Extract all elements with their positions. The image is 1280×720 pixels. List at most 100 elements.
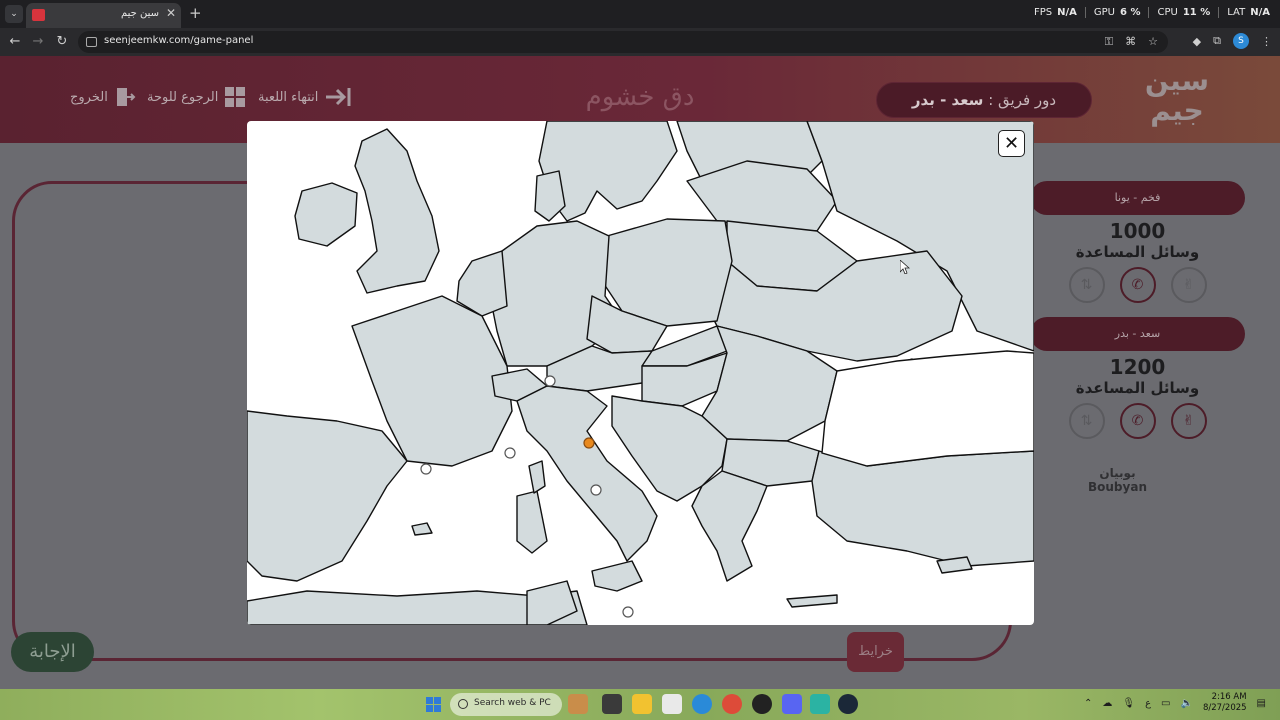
aid-row: ⇅ ✆ ✌ xyxy=(1030,267,1245,303)
map-iberia xyxy=(247,410,408,582)
taskbar-app-pet-icon[interactable] xyxy=(568,694,588,714)
store-icon[interactable] xyxy=(662,694,682,714)
map-great-britain xyxy=(354,128,440,294)
victory-hand-icon[interactable]: ✌ xyxy=(1170,403,1207,439)
taskbar-search-placeholder: Search web & PC xyxy=(474,698,551,708)
chevron-up-icon[interactable]: ⌃ xyxy=(1084,698,1092,709)
kebab-menu-icon[interactable]: ⋮ xyxy=(1261,35,1272,48)
language-indicator[interactable]: ع xyxy=(1145,698,1151,709)
mouse-cursor-icon xyxy=(900,260,910,274)
team-score: 1200 xyxy=(1109,355,1166,379)
windows-taskbar: Search web & PC ⌃ ☁ 🎙 ع ▭ 🔈 2:16 AM 8/27… xyxy=(0,689,1280,720)
browser-toolbar: ← → ↻ seenjeemkw.com/game-panel ⚿ ⌘ ☆ ◆ … xyxy=(0,28,1280,56)
file-explorer-icon[interactable] xyxy=(632,694,652,714)
swap-icon[interactable]: ⇅ xyxy=(1068,403,1105,439)
team-aids-label: وسائل المساعدة xyxy=(1075,243,1200,261)
maps-button[interactable]: خرايط xyxy=(847,632,904,672)
perf-cpu: CPU 11 % xyxy=(1149,7,1220,18)
clock-date: 8/27/2025 xyxy=(1202,703,1247,713)
europe-map xyxy=(247,121,1034,625)
map-marker-empty xyxy=(622,606,634,618)
onedrive-icon[interactable]: ☁ xyxy=(1102,698,1112,709)
back-to-board-button[interactable]: الرجوع للوحة xyxy=(147,86,246,108)
map-marker-selected xyxy=(583,437,595,449)
game-title: دق خشوم xyxy=(585,82,695,112)
map-turkey xyxy=(811,450,1034,567)
map-marker-empty xyxy=(504,447,516,459)
map-marker-empty xyxy=(590,484,602,496)
site-info-icon[interactable] xyxy=(86,37,97,47)
perf-gpu: GPU 6 % xyxy=(1086,7,1150,18)
new-tab-button[interactable]: + xyxy=(189,5,202,21)
url-text[interactable]: seenjeemkw.com/game-panel xyxy=(104,35,253,46)
map-greece xyxy=(691,470,768,582)
extension-icon[interactable]: ◆ xyxy=(1193,35,1201,48)
current-turn-indicator: دور فريق : سعد - بدر xyxy=(876,82,1092,118)
tab-close-icon[interactable]: ✕ xyxy=(166,6,176,20)
map-denmark xyxy=(534,170,566,222)
network-icon[interactable]: ▭ xyxy=(1161,698,1170,709)
discord-icon[interactable] xyxy=(782,694,802,714)
team-card-2: سعد - بدر 1200 وسائل المساعدة ⇅ ✆ ✌ xyxy=(1030,317,1245,439)
map-ireland xyxy=(294,182,358,247)
map-sardinia xyxy=(516,490,548,554)
forward-arrow-icon[interactable]: → xyxy=(29,33,47,51)
url-actions: ⚿ ⌘ ☆ xyxy=(1105,35,1158,49)
end-game-button[interactable]: انتهاء اللعبة xyxy=(258,86,352,108)
perf-lat: LAT N/A xyxy=(1227,7,1270,18)
map-corsica xyxy=(528,460,546,494)
notifications-icon[interactable]: ▤ xyxy=(1257,698,1266,709)
team-aids-label: وسائل المساعدة xyxy=(1075,379,1200,397)
key-icon[interactable]: ⚿ xyxy=(1105,35,1113,49)
extensions-area: ◆ ⧉ S ⋮ xyxy=(1193,33,1272,49)
phone-icon[interactable]: ✆ xyxy=(1119,267,1156,303)
map-modal xyxy=(247,121,1034,625)
app-green-icon[interactable] xyxy=(810,694,830,714)
team-name: فخم - يونا xyxy=(1030,181,1245,215)
translate-icon[interactable]: ⌘ xyxy=(1125,35,1136,49)
exit-button[interactable]: الخروج xyxy=(70,86,136,108)
back-arrow-icon[interactable]: ← xyxy=(6,33,24,51)
perf-fps: FPS N/A xyxy=(1026,7,1086,18)
puzzle-extensions-icon[interactable]: ⧉ xyxy=(1213,34,1221,48)
tab-title: سين جيم xyxy=(120,8,159,19)
team-name: سعد - بدر xyxy=(1030,317,1245,351)
mic-icon[interactable]: 🎙 xyxy=(1122,698,1135,709)
browser-tab[interactable]: سين جيم ✕ xyxy=(26,3,181,28)
obs-icon[interactable] xyxy=(752,694,772,714)
taskbar-clock[interactable]: 2:16 AM 8/27/2025 xyxy=(1203,692,1247,714)
sponsor-arabic: بوبيان xyxy=(1099,466,1136,480)
taskbar-app-taskview-icon[interactable] xyxy=(602,694,622,714)
exit-door-icon xyxy=(116,88,136,106)
bookmark-star-icon[interactable]: ☆ xyxy=(1148,35,1158,49)
profile-avatar[interactable]: S xyxy=(1233,33,1249,49)
end-game-label: انتهاء اللعبة xyxy=(258,89,319,105)
swap-icon[interactable]: ⇅ xyxy=(1068,267,1105,303)
exit-label: الخروج xyxy=(70,89,108,105)
back-to-board-label: الرجوع للوحة xyxy=(147,89,219,105)
steam-icon[interactable] xyxy=(838,694,858,714)
volume-icon[interactable]: 🔈 xyxy=(1181,698,1193,709)
map-crete xyxy=(786,594,838,608)
sponsor-logo: بوبيان Boubyan xyxy=(1080,466,1155,494)
seenjeem-logo: سين جيم xyxy=(1144,64,1210,127)
map-benelux xyxy=(456,250,508,317)
phone-icon[interactable]: ✆ xyxy=(1119,403,1156,439)
grid-icon xyxy=(225,87,246,107)
answer-button[interactable]: الإجابة xyxy=(11,632,94,672)
url-bar[interactable]: seenjeemkw.com/game-panel ⚿ ⌘ ☆ xyxy=(78,31,1168,53)
victory-hand-icon[interactable]: ✌ xyxy=(1170,267,1207,303)
aid-row: ⇅ ✆ ✌ xyxy=(1030,403,1245,439)
windows-start-icon[interactable] xyxy=(426,697,441,712)
clock-time: 2:16 AM xyxy=(1211,692,1247,702)
site-favicon-icon xyxy=(32,9,45,21)
reload-icon[interactable]: ↻ xyxy=(53,33,71,51)
modal-close-button[interactable]: ✕ xyxy=(998,130,1025,157)
map-marker-empty xyxy=(544,375,556,387)
tab-search-button[interactable]: ⌄ xyxy=(5,5,23,23)
edge-icon[interactable] xyxy=(692,694,712,714)
chrome-icon[interactable] xyxy=(722,694,742,714)
team-card-1: فخم - يونا 1000 وسائل المساعدة ⇅ ✆ ✌ xyxy=(1030,181,1245,303)
taskbar-search[interactable]: Search web & PC xyxy=(450,693,562,716)
sponsor-latin: Boubyan xyxy=(1088,480,1147,494)
